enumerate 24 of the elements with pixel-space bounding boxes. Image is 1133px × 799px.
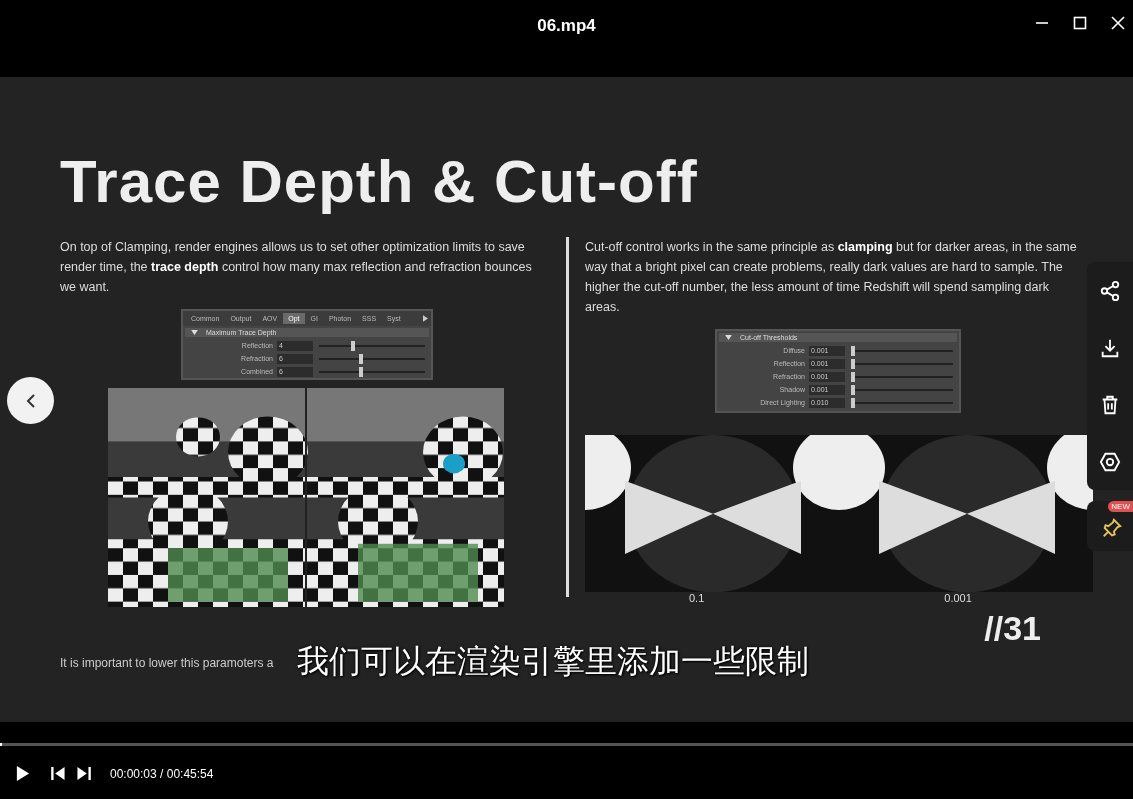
paragraph: Cut-off control works in the same principle as clamping but for darker areas, in the same way that a bright pixel can create problems, really dark values are hard to sample. The higher the cut-off number, the less amount of time Redshift will spend sampling dark areas. — [585, 239, 1078, 316]
note-text: It is important to lower this paramoters a — [60, 656, 274, 670]
window-title: 06.mp4 — [537, 16, 596, 36]
slide-title: Trace Depth & Cut-off — [60, 147, 699, 217]
next-icon[interactable] — [76, 766, 92, 781]
close-icon[interactable] — [1111, 16, 1125, 30]
chevron-left-icon[interactable] — [25, 392, 36, 409]
arrow-icon[interactable] — [423, 315, 428, 322]
image-caption: 0.001 — [944, 592, 972, 607]
paragraph: On top of Clamping, render engines allows us to set other optimization limits to save render time, the trace depth control how many max reflection and refraction bounces we want. — [60, 239, 533, 296]
image-caption: 0.1 — [689, 592, 705, 607]
caret-icon[interactable] — [725, 335, 732, 340]
previous-icon[interactable] — [50, 766, 66, 781]
page-number: //31 — [984, 609, 1041, 648]
caret-icon[interactable] — [191, 330, 198, 335]
subtitle: 我们可以在渲染引擎里添加一些限制 — [297, 641, 809, 682]
maximize-icon[interactable] — [1073, 16, 1087, 30]
settings-icon[interactable] — [1099, 450, 1121, 473]
play-icon[interactable] — [15, 765, 30, 782]
pin-icon[interactable] — [1101, 517, 1123, 539]
share-icon[interactable] — [1099, 279, 1121, 302]
previous-button[interactable] — [7, 377, 54, 424]
time-display: 00:00:03 / 00:45:54 — [110, 766, 214, 781]
new-badge: NEW — [1108, 501, 1133, 512]
